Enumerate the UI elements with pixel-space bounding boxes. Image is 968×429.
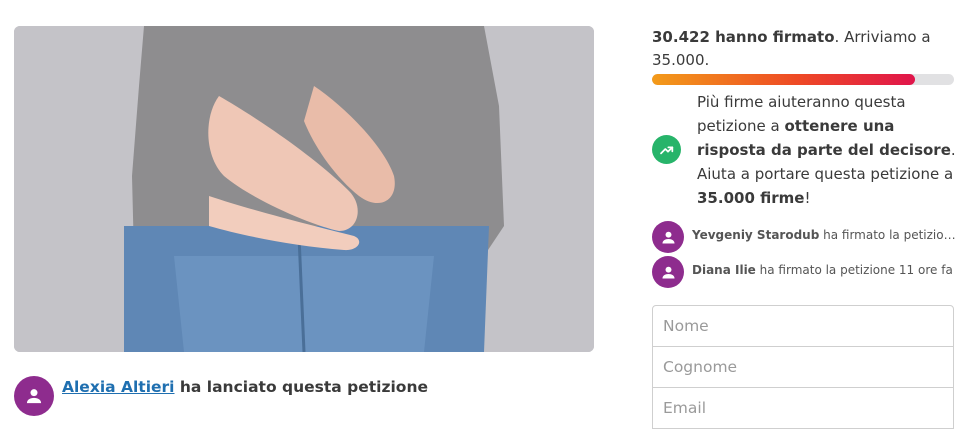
signer-text: Yevgeniy Starodub ha firmato la petizion… [692, 228, 956, 242]
trending-up-glyph [659, 145, 673, 154]
last-name-input[interactable] [653, 347, 953, 387]
first-name-field [652, 305, 954, 347]
petition-photo-illustration [14, 26, 594, 352]
petition-image [14, 26, 594, 352]
starter-text: Alexia Altieri ha lanciato questa petizi… [62, 378, 428, 396]
email-input[interactable] [653, 388, 953, 428]
signer-name: Diana Ilie [692, 263, 756, 277]
info-text: Più firme aiuteranno questa petizione a … [697, 90, 957, 210]
first-name-input[interactable] [653, 306, 953, 346]
signer-name: Yevgeniy Starodub [692, 228, 820, 242]
signature-progress-fill [652, 74, 915, 85]
person-icon [661, 231, 675, 244]
info-text-bold2: 35.000 firme [697, 189, 805, 207]
signature-form [652, 305, 954, 429]
signer-avatar [652, 256, 684, 288]
starter-name-link[interactable]: Alexia Altieri [62, 378, 175, 396]
signer-avatar [652, 221, 684, 253]
signature-count-bold: 30.422 hanno firmato [652, 28, 835, 46]
signature-panel: 30.422 hanno firmato. Arriviamo a 35.000… [652, 26, 956, 429]
last-name-field [652, 346, 954, 388]
recent-signer: Diana Ilie ha firmato la petizione 11 or… [652, 256, 956, 288]
signer-action: ha firmato la petizione 11 ore fa [755, 263, 953, 277]
signature-count: 30.422 hanno firmato. Arriviamo a 35.000… [652, 26, 956, 72]
starter-avatar [14, 376, 54, 416]
starter-action: ha lanciato questa petizione [174, 378, 429, 396]
signer-text: Diana Ilie ha firmato la petizione 11 or… [692, 263, 956, 277]
info-text-part3: ! [804, 189, 811, 207]
trending-up-icon [652, 135, 681, 164]
person-icon [661, 266, 675, 279]
signer-action: ha firmato la petizione ... [823, 228, 956, 242]
signature-progress-bar [652, 74, 954, 85]
petition-starter: Alexia Altieri ha lanciato questa petizi… [14, 376, 604, 416]
recent-signer: Yevgeniy Starodub ha firmato la petizion… [652, 221, 956, 253]
person-icon [26, 389, 42, 404]
